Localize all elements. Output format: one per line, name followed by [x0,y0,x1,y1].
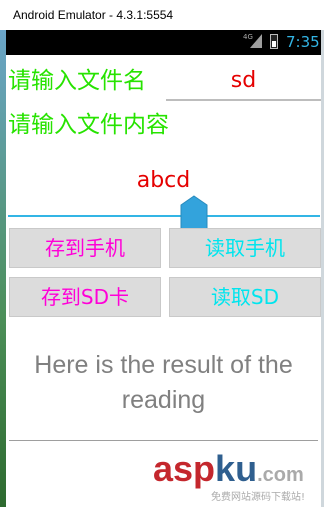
result-underline [9,440,318,441]
read-from-phone-button[interactable]: 读取手机 [169,228,321,268]
emulator-screen: 4G 7:35 请输入文件名 sd 请输入文件内容 abcd 存到手机 读取手机… [6,30,321,507]
watermark-subtitle: 免费网站源码下载站! [211,492,306,503]
status-time: 7:35 [286,33,320,51]
save-to-sd-button[interactable]: 存到SD卡 [9,277,161,317]
battery-icon [270,34,278,49]
filename-label: 请输入文件名 [8,68,146,94]
content-input[interactable]: abcd [6,168,321,193]
filename-input[interactable]: sd [166,68,321,93]
result-text: Here is the result of the reading [34,351,293,414]
content-input-underline [8,215,320,217]
filename-input-underline [166,99,321,101]
watermark-ku: ku [215,448,258,489]
read-from-sd-button[interactable]: 读取SD [169,277,321,317]
window-title: Android Emulator - 4.3.1:5554 [0,0,324,30]
status-bar: 4G 7:35 [6,30,321,55]
signal-icon [250,34,262,48]
watermark-com: .com [257,464,304,486]
content-label: 请输入文件内容 [8,112,169,138]
save-to-phone-button[interactable]: 存到手机 [9,228,161,268]
watermark-asp: asp [153,448,216,489]
watermark-logo: aspku.com 免费网站源码下载站! [153,448,321,506]
